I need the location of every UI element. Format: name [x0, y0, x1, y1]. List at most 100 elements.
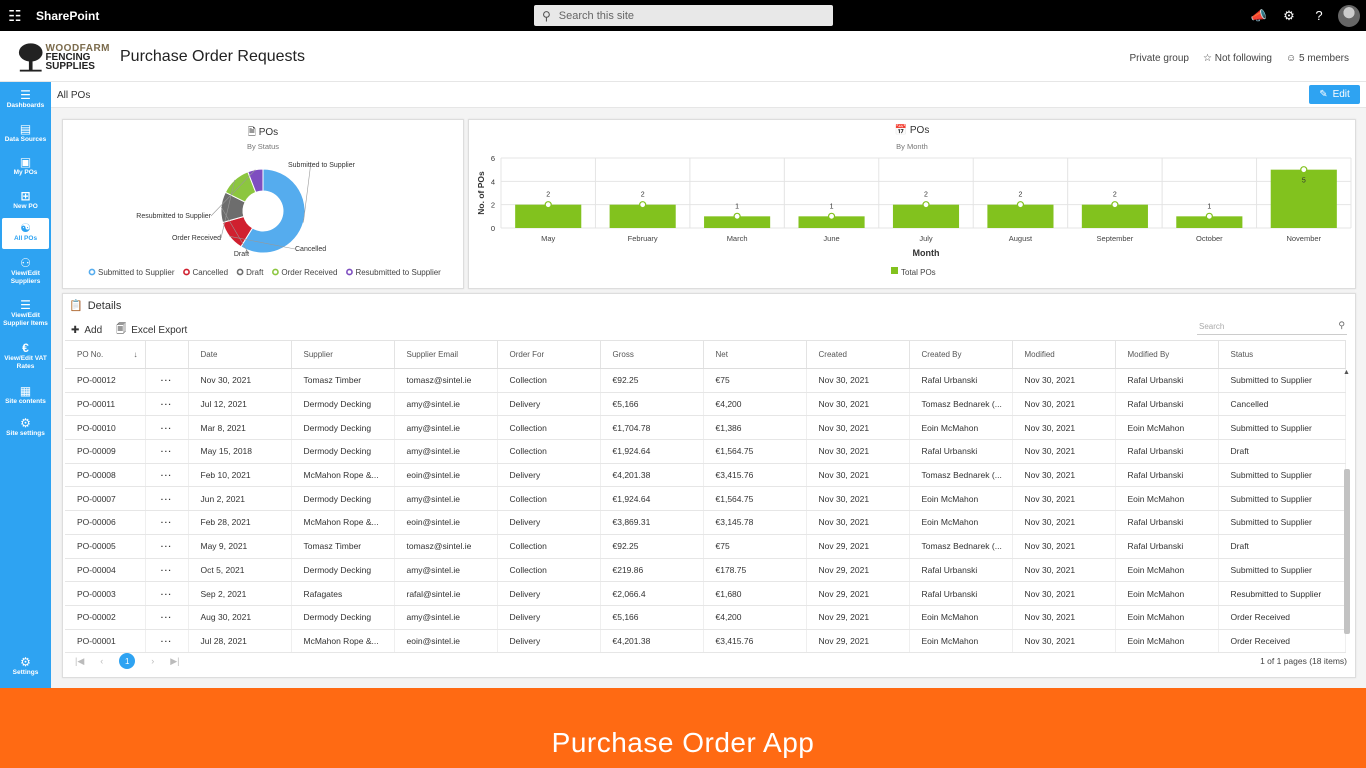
- vertical-scrollbar[interactable]: ▲: [1343, 369, 1351, 639]
- row-actions-menu[interactable]: ···: [145, 463, 189, 488]
- column-header[interactable]: Created By: [909, 340, 1013, 369]
- row-actions-menu[interactable]: ···: [145, 534, 189, 559]
- first-page-icon[interactable]: |◀: [75, 656, 84, 667]
- add-button[interactable]: ✚ Add: [71, 325, 102, 336]
- legend-marker: [346, 268, 353, 276]
- table-cell: Feb 10, 2021: [188, 463, 292, 488]
- table-cell: May 9, 2021: [188, 534, 292, 559]
- donut-leader-line: [303, 161, 312, 223]
- avatar[interactable]: [1338, 4, 1360, 27]
- nav-item-site-contents[interactable]: ▦ Site contents: [2, 384, 49, 406]
- column-header[interactable]: PO No. ↓: [65, 340, 146, 369]
- members-button[interactable]: ☺ 5 members: [1286, 53, 1349, 64]
- excel-export-button[interactable]: 🗐 Excel Export: [116, 322, 187, 339]
- search-placeholder: Search this site: [558, 9, 634, 22]
- table-row[interactable]: PO-00008 ··· Feb 10, 2021 McMahon Rope &...…: [65, 463, 1346, 488]
- last-page-icon[interactable]: ▶|: [170, 656, 179, 667]
- column-header[interactable]: Order For: [497, 340, 601, 369]
- next-page-icon[interactable]: ›: [151, 656, 154, 666]
- nav-item-suppliers[interactable]: ⚇ View/Edit Suppliers: [2, 256, 49, 285]
- table-cell: Jul 12, 2021: [188, 392, 292, 417]
- site-logo[interactable]: WOODFARM FENCING SUPPLIES: [18, 39, 110, 75]
- plus-icon: ✚: [71, 325, 80, 336]
- nav-item-site-settings[interactable]: ⚙ Site settings: [2, 416, 49, 438]
- table-row[interactable]: PO-00003 ··· Sep 2, 2021 Rafagates rafal@sin…: [65, 581, 1346, 606]
- data-label: 2: [924, 192, 928, 199]
- column-header[interactable]: Gross: [600, 340, 704, 369]
- table-cell: PO-00006: [65, 510, 146, 535]
- table-cell: Nov 30, 2021: [1012, 510, 1116, 535]
- row-actions-menu[interactable]: ···: [145, 392, 189, 417]
- column-header[interactable]: [145, 340, 189, 369]
- row-actions-menu[interactable]: ···: [145, 510, 189, 535]
- table-cell: Eoin McMahon: [1115, 558, 1219, 583]
- column-header[interactable]: Status: [1218, 340, 1346, 369]
- nav-item-all-pos[interactable]: ☯ All POs: [2, 218, 49, 249]
- follow-button[interactable]: ☆ Not following: [1203, 53, 1272, 64]
- table-row[interactable]: PO-00012 ··· Nov 30, 2021 Tomasz Timber toma…: [65, 368, 1346, 393]
- table-row[interactable]: PO-00011 ··· Jul 12, 2021 Dermody Decking am…: [65, 392, 1346, 417]
- data-label: 1: [1207, 203, 1211, 210]
- table-row[interactable]: PO-00009 ··· May 15, 2018 Dermody Decking am…: [65, 439, 1346, 464]
- table-row[interactable]: PO-00005 ··· May 9, 2021 Tomasz Timber tomas…: [65, 534, 1346, 559]
- nav-item-settings[interactable]: ⚙ Settings: [2, 655, 49, 677]
- row-actions-menu[interactable]: ···: [145, 415, 189, 441]
- edit-button[interactable]: ✎ Edit: [1309, 85, 1360, 104]
- nav-item-data-sources[interactable]: ▤ Data Sources: [2, 122, 49, 144]
- site-title[interactable]: Purchase Order Requests: [120, 48, 305, 66]
- nav-item-dashboards[interactable]: ☰ Dashboards: [2, 88, 49, 110]
- column-header[interactable]: Created: [806, 340, 910, 369]
- app-name[interactable]: SharePoint: [36, 9, 99, 23]
- table-cell: €3,415.76: [703, 629, 807, 654]
- row-actions-menu[interactable]: ···: [145, 439, 189, 464]
- nav-item-new-po[interactable]: ⊞ New PO: [2, 189, 49, 211]
- current-page-button[interactable]: 1: [119, 653, 136, 669]
- bar-point: [1300, 166, 1308, 174]
- table-cell: Nov 29, 2021: [806, 605, 910, 630]
- table-row[interactable]: PO-00010 ··· Mar 8, 2021 Dermody Decking amy…: [65, 415, 1346, 441]
- table-cell: Eoin McMahon: [909, 629, 1013, 654]
- nav-item-supplier-items[interactable]: ☰ View/Edit Supplier Items: [2, 298, 49, 327]
- column-header[interactable]: Supplier: [291, 340, 395, 369]
- scroll-up-icon[interactable]: ▲: [1343, 369, 1350, 376]
- table-row[interactable]: PO-00001 ··· Jul 28, 2021 McMahon Rope &...…: [65, 629, 1346, 654]
- row-actions-menu[interactable]: ···: [145, 486, 189, 512]
- column-header[interactable]: Supplier Email: [394, 340, 498, 369]
- site-search-box[interactable]: ⚲ Search this site: [534, 5, 833, 26]
- add-label: Add: [84, 325, 103, 336]
- row-actions-menu[interactable]: ···: [145, 581, 189, 606]
- sort-arrow-icon[interactable]: ↓: [131, 350, 137, 359]
- nav-label: Data Sources: [4, 136, 47, 143]
- table-row[interactable]: PO-00002 ··· Aug 30, 2021 Dermody Decking am…: [65, 605, 1346, 630]
- month-bar-chart[interactable]: 0 2 4 6 No. of POs 2 May 2 February 1 March 1 June 2 J…: [469, 120, 1355, 288]
- nav-item-vat-rates[interactable]: € View/Edit VAT Rates: [2, 341, 49, 370]
- column-header[interactable]: Modified: [1012, 340, 1116, 369]
- column-header[interactable]: Net: [703, 340, 807, 369]
- megaphone-icon[interactable]: 📣: [1244, 8, 1274, 24]
- row-actions-menu[interactable]: ···: [145, 629, 189, 654]
- gear-icon[interactable]: ⚙: [1274, 8, 1304, 24]
- table-cell: Rafagates: [291, 581, 395, 606]
- grid-search-input[interactable]: Search ⚲: [1197, 318, 1347, 335]
- table-cell: Collection: [497, 415, 601, 441]
- app-launcher-icon[interactable]: ☷: [0, 0, 30, 31]
- pager: |◀ ‹ 1 › ▶|: [75, 653, 180, 669]
- table-row[interactable]: PO-00006 ··· Feb 28, 2021 McMahon Rope &...…: [65, 510, 1346, 535]
- row-actions-menu[interactable]: ···: [145, 605, 189, 630]
- table-cell: Rafal Urbanski: [909, 581, 1013, 606]
- column-header[interactable]: Modified By: [1115, 340, 1219, 369]
- legend-marker: [183, 268, 190, 276]
- help-icon[interactable]: ?: [1304, 8, 1334, 23]
- table-row[interactable]: PO-00004 ··· Oct 5, 2021 Dermody Decking amy…: [65, 558, 1346, 583]
- status-donut-chart[interactable]: Submitted to Supplier Cancelled Draft Order…: [63, 120, 463, 288]
- table-row[interactable]: PO-00007 ··· Jun 2, 2021 Dermody Decking amy…: [65, 486, 1346, 512]
- nav-item-my-pos[interactable]: ▣ My POs: [2, 155, 49, 177]
- row-actions-menu[interactable]: ···: [145, 558, 189, 583]
- column-header[interactable]: Date: [188, 340, 292, 369]
- table-cell: €1,680: [703, 581, 807, 606]
- row-actions-menu[interactable]: ···: [145, 368, 189, 393]
- scrollbar-thumb[interactable]: [1344, 469, 1350, 634]
- prev-page-icon[interactable]: ‹: [100, 656, 103, 666]
- table-cell: eoin@sintel.ie: [394, 510, 498, 535]
- x-tick-label: November: [1286, 234, 1321, 243]
